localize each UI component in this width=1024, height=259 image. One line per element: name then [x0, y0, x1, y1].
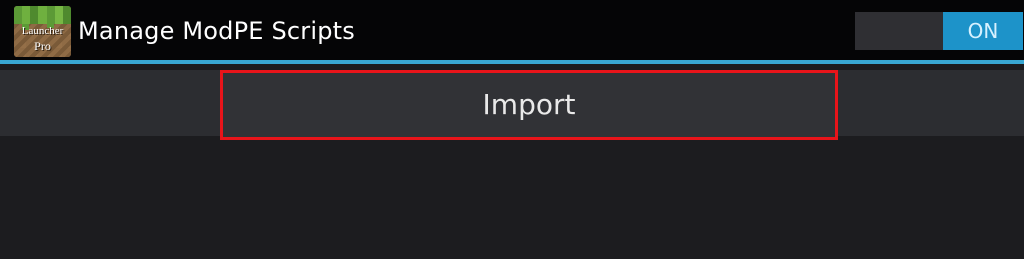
toggle-on-label: ON: [943, 12, 1023, 50]
launcher-pro-icon[interactable]: Launcher Pro: [14, 6, 71, 57]
screen: Launcher Pro Manage ModPE Scripts ON Imp…: [0, 0, 1024, 259]
import-button-label: Import: [482, 88, 576, 121]
enable-toggle[interactable]: ON: [855, 12, 1023, 50]
icon-text-line2: Pro: [34, 39, 51, 53]
page-title: Manage ModPE Scripts: [78, 17, 355, 45]
accent-divider: [0, 60, 1024, 64]
scripts-list: [0, 140, 1024, 259]
import-button[interactable]: Import: [220, 70, 838, 140]
icon-text-line1: Launcher: [21, 25, 64, 37]
action-bar: Launcher Pro Manage ModPE Scripts ON: [0, 0, 1024, 60]
